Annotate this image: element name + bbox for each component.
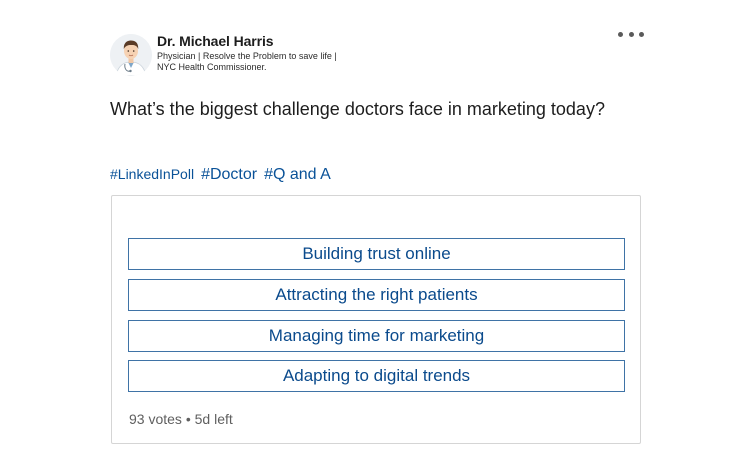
more-options-button[interactable] [618, 26, 644, 42]
poll-option-attracting-patients[interactable]: Attracting the right patients [128, 279, 625, 311]
poll-card: Building trust online Attracting the rig… [111, 195, 641, 444]
more-horizontal-icon [628, 31, 634, 37]
vote-count: 93 votes [129, 411, 182, 427]
more-horizontal-icon [618, 31, 623, 37]
poll-option-digital-trends[interactable]: Adapting to digital trends [128, 360, 625, 392]
hashtag-doctor[interactable]: #Doctor [201, 166, 257, 184]
poll-option-building-trust[interactable]: Building trust online [128, 238, 625, 270]
poll-meta: 93 votes • 5d left [129, 411, 233, 427]
author-headline-line-2: NYC Health Commissioner. [157, 61, 267, 72]
poll-question: What’s the biggest challenge doctors fac… [110, 99, 605, 119]
time-left: 5d left [194, 411, 233, 427]
avatar[interactable] [110, 34, 152, 76]
hashtag-linkedinpoll[interactable]: #LinkedInPoll [110, 166, 194, 182]
meta-separator: • [185, 411, 191, 427]
poll-option-managing-time[interactable]: Managing time for marketing [128, 320, 625, 352]
author-headline-line-1: Physician | Resolve the Problem to save … [157, 51, 337, 61]
author-headline: Physician | Resolve the Problem to save … [157, 51, 377, 72]
hashtag-q-and-a[interactable]: #Q and A [264, 166, 331, 184]
more-horizontal-icon [639, 31, 644, 37]
doctor-avatar-icon [110, 34, 152, 76]
hashtag-list: #LinkedInPoll #Doctor #Q and A [110, 166, 338, 184]
author-name[interactable]: Dr. Michael Harris [157, 33, 274, 49]
poll-post: Dr. Michael Harris Physician | Resolve t… [0, 0, 750, 450]
